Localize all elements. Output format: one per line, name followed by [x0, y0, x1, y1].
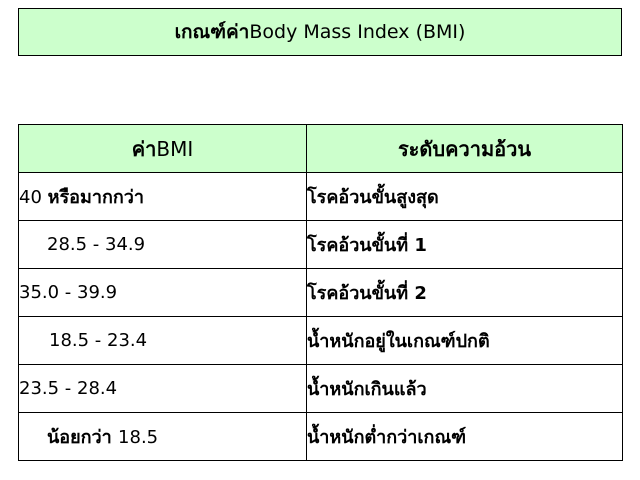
bmi-range-qualifier: น้อยกว่า — [47, 427, 119, 448]
bmi-range-number: 40 — [19, 187, 48, 208]
bmi-range: 23.5 - 28.4 — [18, 364, 307, 413]
obesity-level: โรคอ้วนขั้นที่ 1 — [306, 220, 623, 269]
bmi-range-qualifier: หรือมากกว่า — [47, 187, 144, 208]
bmi-range: 28.5 - 34.9 — [18, 220, 307, 269]
bmi-range: น้อยกว่า 18.5 — [18, 412, 307, 461]
table-row: 23.5 - 28.4 น้ำหนักเกินแล้ว — [18, 364, 623, 413]
slide: เกณฑ์ค่า Body Mass Index (BMI) ค่าBMI ระด… — [0, 0, 640, 480]
table-row: 35.0 - 39.9 โรคอ้วนขั้นที่ 2 — [18, 268, 623, 317]
table-row: 40 หรือมากกว่า โรคอ้วนขั้นสูงสุด — [18, 172, 623, 221]
header-bmi-latin: BMI — [156, 136, 194, 161]
bmi-table: ค่าBMI ระดับความอ้วน 40 หรือมากกว่า โรคอ… — [18, 124, 623, 461]
header-bmi-thai: ค่า — [131, 136, 157, 161]
obesity-level: โรคอ้วนขั้นสูงสุด — [306, 172, 623, 221]
obesity-level: โรคอ้วนขั้นที่ 2 — [306, 268, 623, 317]
header-obesity-level: ระดับความอ้วน — [306, 124, 623, 173]
bmi-range-number: 18.5 — [118, 427, 159, 448]
bmi-range: 35.0 - 39.9 — [18, 268, 307, 317]
table-row: น้อยกว่า 18.5 น้ำหนักต่ำกว่าเกณฑ์ — [18, 412, 623, 461]
obesity-level: น้ำหนักต่ำกว่าเกณฑ์ — [306, 412, 623, 461]
bmi-range: 40 หรือมากกว่า — [18, 172, 307, 221]
title-english: Body Mass Index (BMI) — [249, 21, 466, 43]
obesity-level: น้ำหนักอยู่ในเกณฑ์ปกติ — [306, 316, 623, 365]
table-row: 18.5 - 23.4 น้ำหนักอยู่ในเกณฑ์ปกติ — [18, 316, 623, 365]
title-thai: เกณฑ์ค่า — [174, 21, 250, 43]
bmi-range: 18.5 - 23.4 — [18, 316, 307, 365]
header-bmi: ค่าBMI — [18, 124, 307, 173]
table-header-row: ค่าBMI ระดับความอ้วน — [18, 124, 623, 173]
table-row: 28.5 - 34.9 โรคอ้วนขั้นที่ 1 — [18, 220, 623, 269]
obesity-level: น้ำหนักเกินแล้ว — [306, 364, 623, 413]
title-banner: เกณฑ์ค่า Body Mass Index (BMI) — [18, 8, 622, 56]
